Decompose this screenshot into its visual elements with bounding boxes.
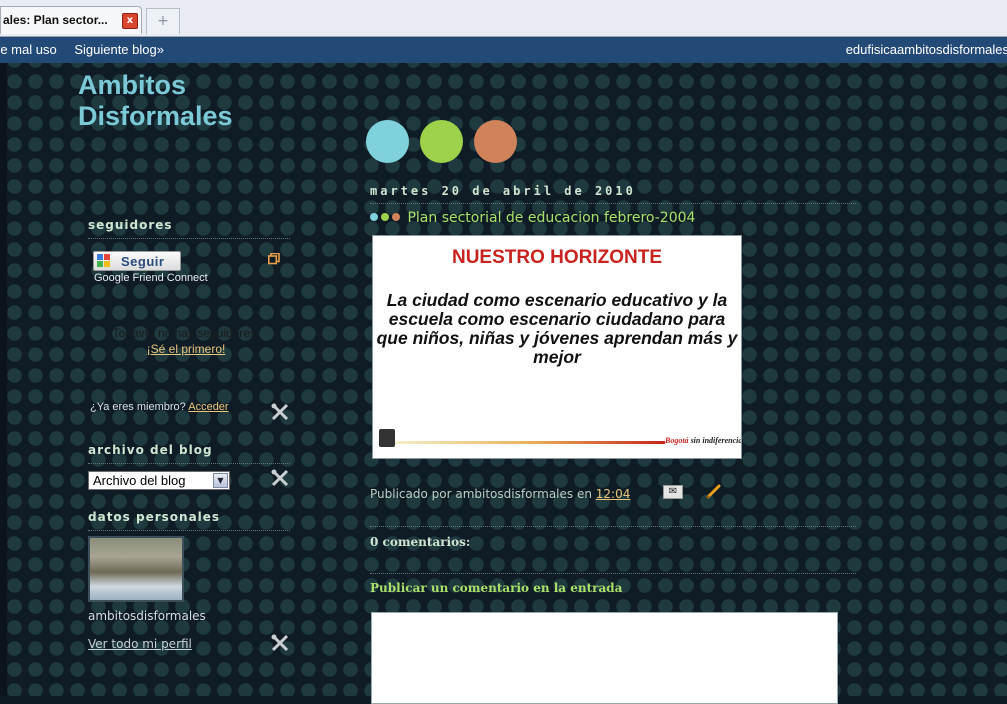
post-image[interactable]: NUESTRO HORIZONTE La ciudad como escenar…: [372, 235, 742, 459]
decor-dot-green: [420, 120, 463, 163]
be-first-link[interactable]: ¡Sé el primero!: [100, 342, 272, 356]
pencil-icon[interactable]: [704, 481, 724, 501]
view-profile-link[interactable]: Ver todo mi perfil: [88, 637, 192, 651]
archive-dropdown[interactable]: Archivo del blog ▼: [88, 471, 230, 490]
email-post-icon[interactable]: ✉: [663, 485, 683, 499]
divider: [370, 573, 856, 574]
bullet-dot-icon: [370, 213, 378, 221]
window-edge: [0, 63, 7, 696]
tab-title: ales: Plan sector...: [3, 13, 108, 27]
profile-photo[interactable]: [88, 536, 184, 602]
post-time-link[interactable]: 12:04: [596, 487, 631, 501]
post-footer: Publicado por ambitosdisformales en 12:0…: [370, 487, 630, 501]
city-seal-icon: [379, 429, 395, 447]
image-brand: Bogotá sin indiferencia: [665, 436, 742, 445]
brand-tagline: sin indiferencia: [690, 436, 742, 445]
image-color-bar: [395, 441, 665, 444]
follow-button-label: Seguir: [121, 254, 165, 269]
wrench-screwdriver-icon[interactable]: [270, 633, 290, 653]
bullet-dot-icon: [392, 213, 400, 221]
post-title[interactable]: Plan sectorial de educacion febrero-2004: [370, 210, 695, 226]
no-followers-text: Todavía no hay seguidores.: [112, 326, 260, 340]
follow-button[interactable]: Seguir: [93, 251, 181, 271]
blog-address: edufisicaambitosdisformales: [845, 42, 1007, 57]
browser-tab-strip: ales: Plan sector... x +: [0, 0, 1007, 37]
blog-title[interactable]: Ambitos Disformales: [78, 70, 298, 132]
close-tab-icon[interactable]: x: [122, 13, 138, 29]
member-question: ¿Ya eres miembro?: [90, 401, 186, 413]
report-abuse-link[interactable]: re mal uso: [0, 42, 57, 57]
publish-comment-heading: Publicar un comentario en la entrada: [370, 581, 623, 595]
chevron-down-icon: ▼: [213, 473, 228, 488]
browser-tab[interactable]: ales: Plan sector... x: [0, 6, 142, 34]
sign-in-link[interactable]: Acceder: [188, 401, 228, 413]
wrench-screwdriver-icon[interactable]: [270, 402, 290, 422]
comments-count-heading: 0 comentarios:: [370, 535, 471, 549]
image-heading: NUESTRO HORIZONTE: [451, 247, 663, 268]
member-signin-line: ¿Ya eres miembro? Acceder: [90, 401, 229, 413]
archive-heading: archivo del blog: [88, 443, 290, 464]
decor-dot-orange: [474, 120, 517, 163]
profile-name: ambitosdisformales: [88, 609, 206, 623]
next-blog-link[interactable]: Siguiente blog»: [74, 42, 164, 57]
followers-heading: seguidores: [88, 218, 290, 239]
divider: [370, 526, 856, 527]
profile-heading: datos personales: [88, 510, 290, 531]
new-tab-button[interactable]: +: [146, 8, 180, 34]
decor-dot-teal: [366, 120, 409, 163]
bullet-dot-icon: [381, 213, 389, 221]
blogger-navbar: re mal uso Siguiente blog» edufisicaambi…: [0, 37, 1007, 63]
gfc-label: Google Friend Connect: [94, 272, 208, 284]
google-friend-connect-icon: [97, 254, 111, 268]
post-author-line: Publicado por ambitosdisformales en: [370, 487, 592, 501]
brand-name: Bogotá: [665, 436, 689, 445]
image-body-text: La ciudad como escenario educativo y la …: [376, 290, 738, 367]
expand-icon[interactable]: [268, 253, 280, 265]
archive-selected: Archivo del blog: [93, 473, 186, 488]
post-title-text: Plan sectorial de educacion febrero-2004: [407, 210, 696, 226]
wrench-screwdriver-icon[interactable]: [270, 468, 290, 488]
comment-form[interactable]: [371, 612, 838, 704]
post-date: martes 20 de abril de 2010: [370, 184, 856, 204]
decorative-dots: [366, 120, 528, 167]
